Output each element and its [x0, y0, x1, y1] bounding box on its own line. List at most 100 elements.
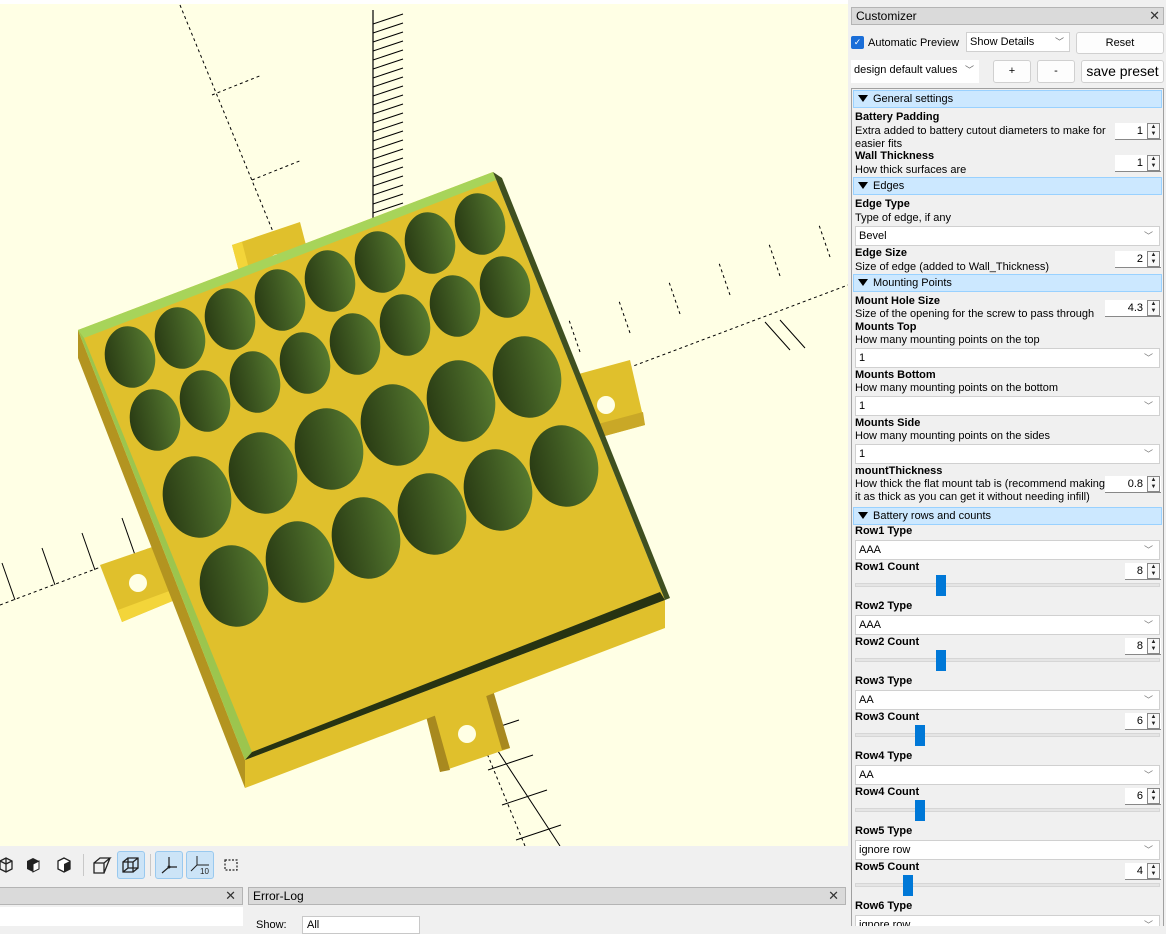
details-select[interactable]: Show Details ﹀: [966, 32, 1070, 52]
spinbox-value: 4: [1136, 865, 1143, 877]
row6-type-select[interactable]: ignore row ﹀: [855, 915, 1160, 926]
mounts-side-select[interactable]: 1 ﹀: [855, 444, 1160, 464]
mounts-top-select[interactable]: 1 ﹀: [855, 348, 1160, 368]
row2-type-select[interactable]: AAA ﹀: [855, 615, 1160, 635]
row1-count-slider[interactable]: [855, 575, 1160, 596]
spinbox-value: 8: [1136, 640, 1143, 652]
perspective-icon: [93, 857, 112, 874]
parameter-list[interactable]: General settings Battery Padding Extra a…: [851, 88, 1164, 926]
view-back-button[interactable]: [50, 851, 78, 879]
collapse-triangle-icon: [858, 279, 868, 286]
spin-arrows-icon[interactable]: ▲ ▼: [1147, 251, 1160, 267]
group-label: Mounting Points: [873, 277, 952, 289]
param-mounts-side-desc: How many mounting points on the sides: [855, 430, 1051, 442]
wall-thickness-spinbox[interactable]: 1 ▲ ▼: [1115, 155, 1161, 172]
axis-tick: [372, 112, 404, 124]
slider-handle[interactable]: [903, 875, 914, 896]
mount-hole-size-spinbox[interactable]: 4.3 ▲ ▼: [1105, 300, 1161, 317]
spin-arrows-icon[interactable]: ▲ ▼: [1147, 713, 1160, 729]
reset-button[interactable]: Reset: [1076, 32, 1164, 54]
row5-count-spinbox[interactable]: 4 ▲ ▼: [1125, 863, 1161, 880]
perspective-button[interactable]: [88, 851, 116, 879]
row3-count-name: Row3 Count: [855, 711, 920, 723]
axis-tick: [81, 532, 96, 571]
spin-arrows-icon[interactable]: ▲ ▼: [1147, 863, 1160, 879]
row1-count-spinbox[interactable]: 8 ▲ ▼: [1125, 563, 1161, 580]
group-battery-rows[interactable]: Battery rows and counts: [853, 507, 1162, 525]
preset-select[interactable]: design default values ﹀: [851, 60, 979, 83]
row1-type-select[interactable]: AAA ﹀: [855, 540, 1160, 560]
param-wall-thickness-desc: How thick surfaces are: [855, 164, 967, 176]
console-output[interactable]: [0, 907, 243, 926]
edge-type-select[interactable]: Bevel ﹀: [855, 226, 1160, 246]
slider-handle[interactable]: [935, 650, 946, 671]
row2-count-spinbox[interactable]: 8 ▲ ▼: [1125, 638, 1161, 655]
collapse-triangle-icon: [858, 95, 868, 102]
view-left-button[interactable]: [0, 851, 20, 879]
select-value: 1: [859, 400, 866, 412]
errorlog-close-icon[interactable]: ✕: [828, 888, 839, 904]
row2-type-name: Row2 Type: [855, 600, 913, 612]
spin-arrows-icon[interactable]: ▲ ▼: [1147, 155, 1160, 171]
param-edge-type-desc: Type of edge, if any: [855, 212, 952, 224]
group-mounting-points[interactable]: Mounting Points: [853, 274, 1162, 292]
show-scale-markers-button[interactable]: 10: [186, 851, 214, 879]
viewport-canvas[interactable]: [0, 4, 848, 846]
automatic-preview-checkbox[interactable]: ✓: [851, 36, 864, 49]
customizer-title: Customizer: [856, 9, 917, 23]
spin-arrows-icon[interactable]: ▲ ▼: [1147, 123, 1160, 139]
mount-hole-left: [129, 574, 147, 592]
spinbox-value: 0.8: [1127, 478, 1143, 490]
console-close-icon[interactable]: ✕: [225, 888, 236, 904]
chevron-down-icon: ﹀: [1143, 401, 1153, 411]
chevron-down-icon: ﹀: [1143, 620, 1153, 630]
orthogonal-button[interactable]: [117, 851, 145, 879]
axis-tick: [1, 562, 16, 601]
save-preset-button[interactable]: save preset: [1081, 60, 1164, 83]
slider-handle[interactable]: [915, 725, 925, 746]
axis-tick: [372, 40, 404, 52]
row5-type-select[interactable]: ignore row ﹀: [855, 840, 1160, 860]
axis-tick: [618, 300, 631, 334]
customizer-close-icon[interactable]: ✕: [1149, 8, 1160, 24]
row3-type-select[interactable]: AA ﹀: [855, 690, 1160, 710]
chevron-down-icon: ﹀: [1143, 449, 1153, 459]
errorlog-show-select[interactable]: All: [302, 916, 420, 934]
spinbox-value: 4.3: [1127, 302, 1143, 314]
view-left-icon: [0, 857, 13, 873]
spin-arrows-icon[interactable]: ▲ ▼: [1147, 563, 1160, 579]
view-front-button[interactable]: [19, 851, 47, 879]
row2-count-slider[interactable]: [855, 650, 1160, 671]
axis-tick: [372, 103, 404, 115]
view-back-icon: [57, 857, 71, 873]
slider-handle[interactable]: [935, 575, 946, 596]
row4-type-select[interactable]: AA ﹀: [855, 765, 1160, 785]
remove-preset-button[interactable]: -: [1037, 60, 1075, 83]
row3-count-slider[interactable]: [855, 725, 1160, 746]
row6-type-name: Row6 Type: [855, 900, 913, 912]
3d-viewport[interactable]: [0, 4, 848, 846]
mounts-bottom-select[interactable]: 1 ﹀: [855, 396, 1160, 416]
errorlog-show-label: Show:: [256, 919, 287, 931]
spin-arrows-icon[interactable]: ▲ ▼: [1147, 788, 1160, 804]
slider-handle[interactable]: [915, 800, 925, 821]
group-edges[interactable]: Edges: [853, 177, 1162, 195]
spin-arrows-icon[interactable]: ▲ ▼: [1147, 476, 1160, 492]
row5-count-slider[interactable]: [855, 875, 1160, 896]
group-general-settings[interactable]: General settings: [853, 90, 1162, 108]
row4-count-slider[interactable]: [855, 800, 1160, 821]
show-edges-button[interactable]: [217, 851, 245, 879]
row3-count-spinbox[interactable]: 6 ▲ ▼: [1125, 713, 1161, 730]
mount-thickness-spinbox[interactable]: 0.8 ▲ ▼: [1105, 476, 1161, 493]
add-preset-button[interactable]: +: [993, 60, 1031, 83]
battery-padding-spinbox[interactable]: 1 ▲ ▼: [1115, 123, 1161, 140]
spin-arrows-icon[interactable]: ▲ ▼: [1147, 300, 1160, 316]
show-axes-button[interactable]: [155, 851, 183, 879]
row4-count-spinbox[interactable]: 6 ▲ ▼: [1125, 788, 1161, 805]
edge-size-spinbox[interactable]: 2 ▲ ▼: [1115, 251, 1161, 268]
row1-count-name: Row1 Count: [855, 561, 920, 573]
toolbar-separator: [83, 854, 84, 876]
axis-tick: [372, 31, 404, 43]
spin-arrows-icon[interactable]: ▲ ▼: [1147, 638, 1160, 654]
axis-tick: [372, 13, 404, 25]
